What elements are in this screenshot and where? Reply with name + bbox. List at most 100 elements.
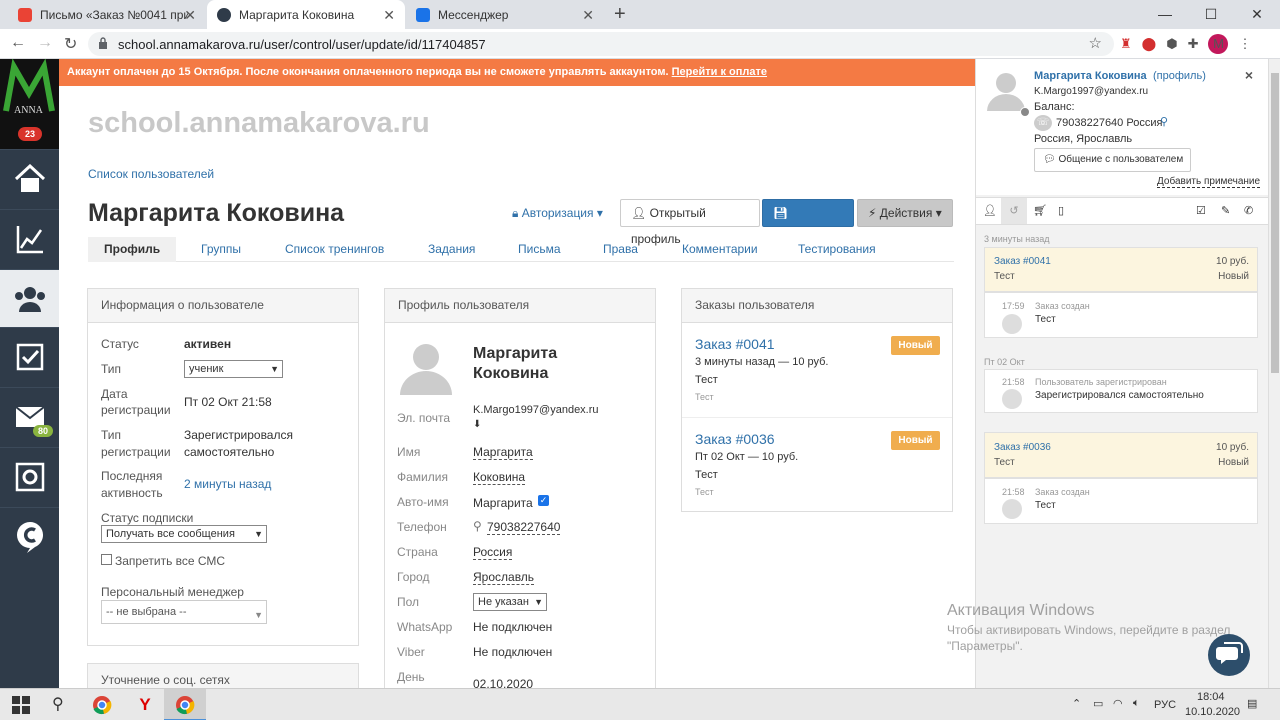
- type-select[interactable]: ученик ▼: [184, 360, 283, 378]
- browser-tab-user[interactable]: Маргарита Коковина ✕: [207, 0, 405, 29]
- tab-title: Маргарита Коковина: [239, 7, 355, 22]
- chevron-down-icon: ▼: [254, 529, 263, 539]
- search-icon[interactable]: ⚲: [473, 519, 482, 533]
- side-panel-scrollbar[interactable]: [1268, 59, 1280, 688]
- tab-groups[interactable]: Группы: [201, 237, 241, 262]
- extension-3-icon[interactable]: ⬢: [1166, 36, 1177, 52]
- nav-mail[interactable]: 80: [0, 387, 59, 445]
- main-content: Аккаунт оплачен до 15 Октября. После око…: [59, 59, 975, 688]
- history-icon[interactable]: ↺: [1001, 198, 1027, 224]
- search-icon[interactable]: ⚲: [1160, 115, 1168, 128]
- orders-panel: Заказы пользователя Заказ #0041 Новый 3 …: [681, 288, 953, 512]
- close-icon[interactable]: ×: [1245, 67, 1253, 83]
- browser-tab-mail[interactable]: Письмо «Заказ №0041 принят» ✕: [8, 0, 206, 29]
- phone-value[interactable]: 79038227640: [487, 520, 561, 535]
- scrollbar-thumb[interactable]: [1271, 73, 1279, 373]
- auth-dropdown[interactable]: 🔒︎ Авторизация ▾: [512, 206, 603, 221]
- side-user-name[interactable]: Маргарита Коковина: [1034, 70, 1147, 82]
- menu-dots-icon[interactable]: ⋮: [1238, 36, 1251, 52]
- logo[interactable]: ANNA 23: [0, 58, 59, 149]
- pencil-icon[interactable]: ✎: [1221, 204, 1230, 217]
- forward-arrow-icon[interactable]: →: [37, 34, 53, 52]
- chrome-icon[interactable]: [92, 695, 112, 715]
- cart-icon[interactable]: 🛒︎: [1033, 204, 1047, 217]
- chat-widget-button[interactable]: [1208, 634, 1250, 676]
- reg-type-label: Тип: [101, 428, 122, 442]
- nav-chat[interactable]: [0, 507, 59, 565]
- nav-users[interactable]: [0, 269, 59, 327]
- site-title: school.annamakarova.ru: [88, 107, 430, 139]
- tray-chevron-up-icon[interactable]: ⌃: [1072, 697, 1081, 710]
- volume-icon[interactable]: 🔈︎: [1133, 697, 1140, 710]
- save-button[interactable]: 💾︎ Сохранить: [762, 199, 854, 246]
- windows-start-icon[interactable]: [11, 695, 31, 715]
- gender-select[interactable]: Не указан ▼: [473, 593, 547, 611]
- lastname-value[interactable]: Коковина: [473, 470, 526, 485]
- country-value[interactable]: Россия: [473, 545, 513, 560]
- profile-avatar[interactable]: M: [1208, 34, 1229, 54]
- maximize-icon[interactable]: ☐: [1188, 0, 1234, 29]
- side-profile-link[interactable]: (профиль): [1153, 70, 1206, 82]
- close-tab-icon[interactable]: ✕: [383, 7, 395, 24]
- side-phone: 79038227640 Россия: [1056, 117, 1163, 129]
- phone-icon[interactable]: ✆: [1244, 204, 1253, 217]
- check-square-icon[interactable]: ☑: [1196, 204, 1206, 217]
- close-tab-icon[interactable]: ✕: [582, 7, 594, 24]
- close-window-icon[interactable]: ✕: [1234, 0, 1280, 29]
- add-note-link[interactable]: Добавить примечание: [1157, 176, 1261, 188]
- tab-comments[interactable]: Комментарии: [682, 237, 758, 262]
- nav-tasks[interactable]: [0, 327, 59, 385]
- clock-date[interactable]: 10.10.2020: [1185, 706, 1240, 718]
- open-profile-button[interactable]: 👤︎ Открытый профиль: [620, 199, 760, 246]
- search-icon[interactable]: ⚲: [52, 695, 72, 715]
- bookmark-star-icon[interactable]: ☆: [1089, 34, 1102, 52]
- new-tab-plus-icon[interactable]: +: [614, 3, 626, 26]
- city-value[interactable]: Ярославль: [473, 570, 535, 585]
- back-arrow-icon[interactable]: ←: [10, 34, 26, 52]
- battery-icon[interactable]: ▭: [1093, 697, 1103, 710]
- minimize-icon[interactable]: —: [1142, 0, 1188, 29]
- tab-rights[interactable]: Права: [603, 237, 638, 262]
- puzzle-icon[interactable]: ✚: [1188, 36, 1199, 52]
- user-icon[interactable]: 👤︎: [983, 204, 997, 217]
- tab-profile[interactable]: Профиль: [88, 237, 177, 262]
- mobile-icon[interactable]: ▯: [1058, 204, 1064, 217]
- tab-testing[interactable]: Тестирования: [798, 237, 876, 262]
- actions-button[interactable]: ⚡︎ Действия ▾: [857, 199, 953, 227]
- order-link[interactable]: Заказ #0041: [695, 336, 775, 352]
- autoname-checkbox[interactable]: ✓: [538, 495, 549, 506]
- notifications-icon[interactable]: ▤: [1247, 697, 1257, 710]
- language-indicator[interactable]: РУС: [1154, 699, 1176, 711]
- tab-trainings[interactable]: Список тренингов: [285, 237, 384, 262]
- wifi-icon[interactable]: ◠: [1113, 697, 1123, 710]
- pay-link[interactable]: Перейти к оплате: [672, 66, 767, 78]
- taskbar-chrome-active[interactable]: [164, 689, 206, 720]
- nav-stats[interactable]: [0, 209, 59, 267]
- chat-with-user-button[interactable]: 💬︎ Общение с пользователем: [1034, 148, 1191, 172]
- manager-select[interactable]: -- не выбрана -- ▼: [101, 600, 267, 624]
- firstname-value[interactable]: Маргарита: [473, 445, 533, 460]
- timeline-event: 21:58 Пользователь зарегистрирован Зарег…: [984, 369, 1258, 413]
- timeline-order[interactable]: Заказ #0041 Тест 10 руб. Новый: [984, 247, 1258, 292]
- reload-icon[interactable]: ↻: [64, 34, 77, 54]
- tab-tasks[interactable]: Задания: [428, 237, 475, 262]
- close-tab-icon[interactable]: ✕: [184, 7, 196, 24]
- sms-checkbox[interactable]: [101, 554, 112, 565]
- last-activity-value[interactable]: 2 минуты назад: [184, 477, 271, 491]
- yandex-browser-icon[interactable]: Y: [135, 695, 155, 715]
- profile-name-line2: Коковина: [473, 365, 549, 382]
- nav-home[interactable]: [0, 149, 59, 207]
- tab-letters[interactable]: Письма: [518, 237, 561, 262]
- timeline-order[interactable]: Заказ #0036 Тест 10 руб. Новый: [984, 432, 1258, 478]
- nav-settings[interactable]: [0, 447, 59, 505]
- extension-2-icon[interactable]: ⬤: [1142, 36, 1157, 52]
- chevron-down-circle-icon[interactable]: ⬇: [473, 419, 481, 430]
- breadcrumb-users-list[interactable]: Список пользователей: [88, 167, 214, 181]
- clock-time[interactable]: 18:04: [1197, 691, 1225, 703]
- url-field[interactable]: school.annamakarova.ru/user/control/user…: [88, 32, 1114, 56]
- order-link[interactable]: Заказ #0036: [695, 431, 775, 447]
- browser-tab-messenger[interactable]: Мессенджер ✕: [406, 0, 604, 29]
- subscription-select[interactable]: Получать все сообщения ▼: [101, 525, 267, 543]
- extension-1-icon[interactable]: ♜: [1120, 36, 1132, 52]
- side-email: K.Margo1997@yandex.ru: [1034, 86, 1149, 97]
